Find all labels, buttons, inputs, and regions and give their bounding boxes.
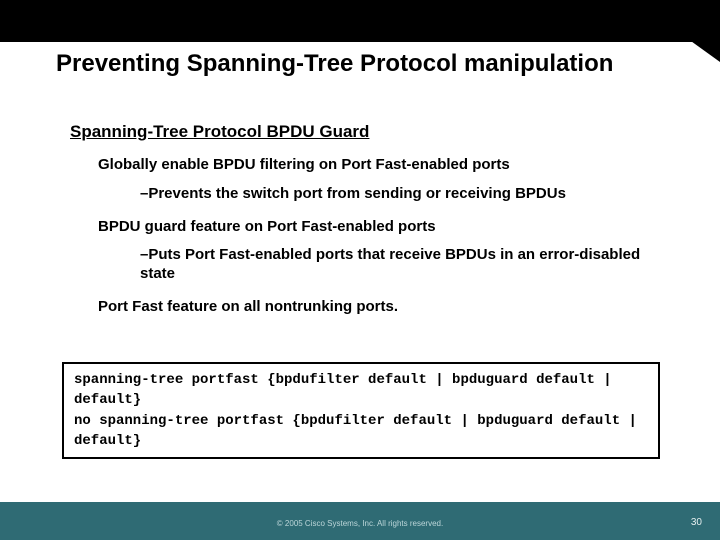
bullet-level1: Port Fast feature on all nontrunking por… (98, 298, 660, 317)
bullet-level1: Globally enable BPDU filtering on Port F… (98, 156, 660, 175)
bullet-level2: –Puts Port Fast-enabled ports that recei… (140, 246, 660, 284)
code-box: spanning-tree portfast {bpdufilter defau… (62, 362, 660, 459)
copyright-text: © 2005 Cisco Systems, Inc. All rights re… (0, 519, 720, 528)
top-black-bar (0, 0, 720, 42)
slide-title: Preventing Spanning-Tree Protocol manipu… (56, 50, 666, 78)
page-number: 30 (691, 517, 702, 528)
slide: Preventing Spanning-Tree Protocol manipu… (0, 0, 720, 540)
content-area: Spanning-Tree Protocol BPDU Guard Global… (70, 122, 660, 327)
bullet-level2: –Prevents the switch port from sending o… (140, 185, 660, 204)
section-heading: Spanning-Tree Protocol BPDU Guard (70, 122, 660, 142)
bullet-level1: BPDU guard feature on Port Fast-enabled … (98, 218, 660, 237)
